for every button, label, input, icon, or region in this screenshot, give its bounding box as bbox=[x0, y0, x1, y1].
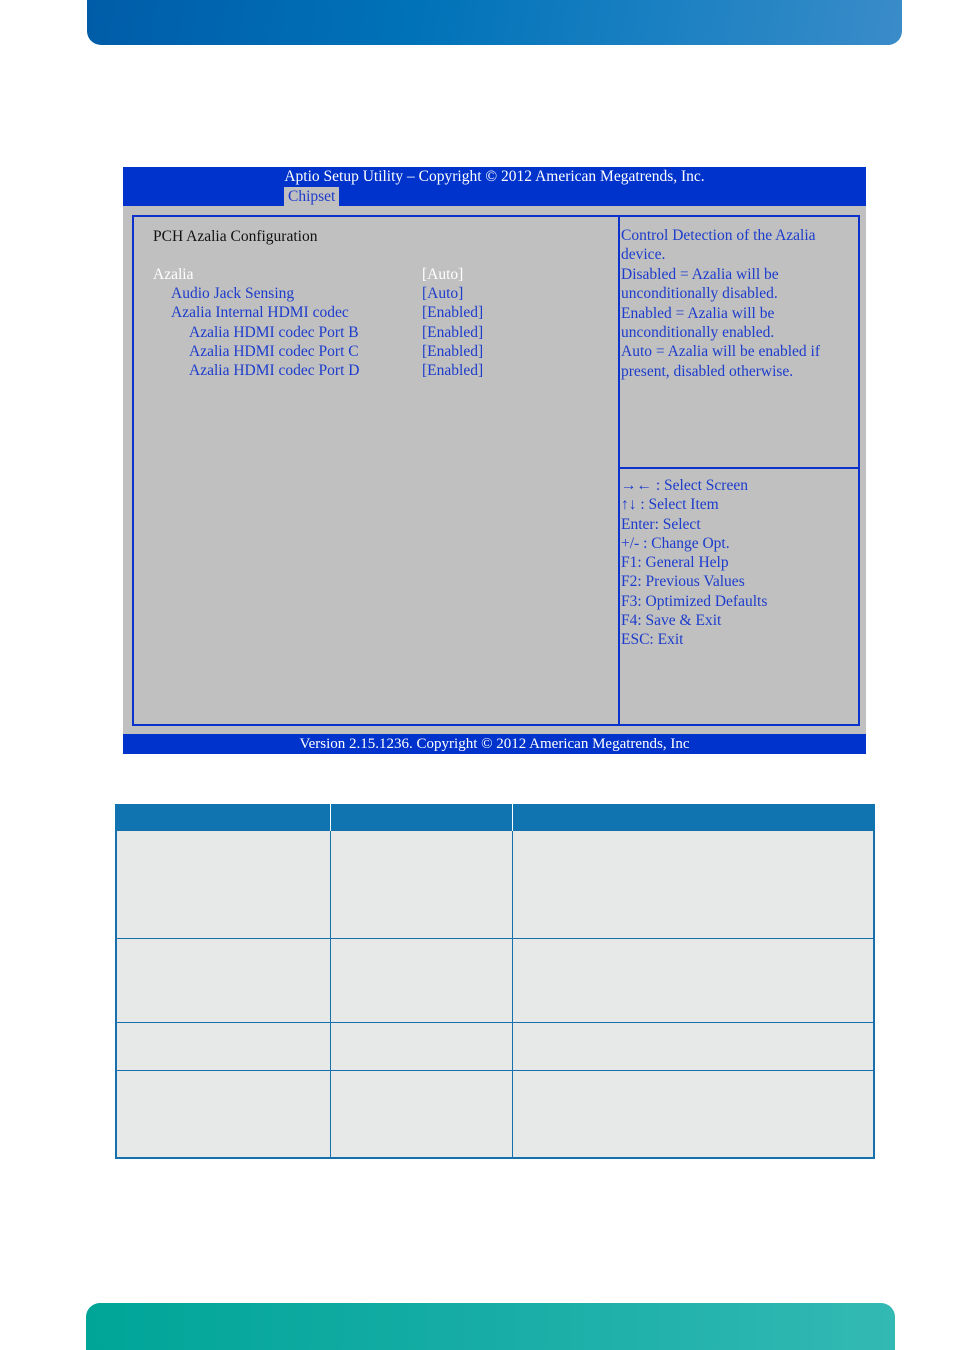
table-row bbox=[115, 830, 875, 939]
table-cell bbox=[115, 1022, 331, 1071]
setting-hdmi-port-c[interactable]: Azalia HDMI codec Port C [Enabled] bbox=[134, 342, 620, 361]
setting-label: Azalia Internal HDMI codec bbox=[171, 304, 349, 321]
setting-value[interactable]: [Enabled] bbox=[422, 361, 483, 380]
help-line: Disabled = Azalia will be bbox=[621, 265, 779, 283]
top-banner bbox=[87, 0, 902, 45]
help-text: Control Detection of the Azalia device. … bbox=[621, 226, 857, 381]
bios-header: Aptio Setup Utility – Copyright © 2012 A… bbox=[123, 167, 866, 206]
key-general-help: F1: General Help bbox=[621, 554, 729, 572]
key-optimized-defaults: F3: Optimized Defaults bbox=[621, 592, 768, 610]
setting-azalia-internal-hdmi-codec[interactable]: Azalia Internal HDMI codec [Enabled] bbox=[134, 303, 620, 322]
setting-value[interactable]: [Auto] bbox=[422, 265, 463, 284]
setting-audio-jack-sensing[interactable]: Audio Jack Sensing [Auto] bbox=[134, 284, 620, 303]
key-save-exit: F4: Save & Exit bbox=[621, 612, 722, 630]
setting-label: Azalia HDMI codec Port C bbox=[189, 343, 359, 360]
table-cell bbox=[511, 1022, 875, 1071]
tab-chipset[interactable]: Chipset bbox=[284, 187, 340, 206]
help-line: Auto = Azalia will be enabled if bbox=[621, 343, 820, 361]
key-enter-select: Enter: Select bbox=[621, 515, 701, 533]
help-line: Control Detection of the Azalia bbox=[621, 227, 816, 244]
setting-label: Azalia bbox=[153, 266, 194, 283]
setting-label: Audio Jack Sensing bbox=[171, 285, 295, 302]
table-cell bbox=[511, 1070, 875, 1159]
bios-footer: Version 2.15.1236. Copyright © 2012 Amer… bbox=[123, 734, 866, 754]
table-cell bbox=[329, 938, 513, 1023]
table-cell bbox=[115, 830, 331, 939]
key-previous-values: F2: Previous Values bbox=[621, 573, 745, 591]
bios-screen: Aptio Setup Utility – Copyright © 2012 A… bbox=[123, 167, 866, 754]
help-panel: Control Detection of the Azalia device. … bbox=[618, 215, 860, 726]
setting-azalia[interactable]: Azalia [Auto] bbox=[134, 265, 620, 284]
table-row bbox=[115, 1070, 875, 1159]
table-header-cell bbox=[115, 804, 330, 831]
key-select-screen: →← : Select Screen bbox=[621, 477, 748, 494]
setting-hdmi-port-d[interactable]: Azalia HDMI codec Port D [Enabled] bbox=[134, 361, 620, 380]
panel-divider bbox=[620, 467, 858, 469]
help-line: unconditionally enabled. bbox=[621, 324, 775, 342]
table-cell bbox=[511, 938, 875, 1023]
table-cell bbox=[511, 830, 875, 939]
table-header-row bbox=[115, 804, 875, 831]
key-select-item: ↑↓ : Select Item bbox=[621, 496, 719, 514]
table-cell bbox=[329, 830, 513, 939]
setting-label: Azalia HDMI codec Port D bbox=[189, 362, 360, 379]
setting-value[interactable]: [Enabled] bbox=[422, 342, 483, 361]
key-legend: →← : Select Screen ↑↓ : Select Item Ente… bbox=[621, 476, 857, 650]
table-row bbox=[115, 938, 875, 1023]
key-esc-exit: ESC: Exit bbox=[621, 631, 684, 649]
table-cell bbox=[115, 1070, 331, 1159]
key-change-opt: +/- : Change Opt. bbox=[621, 534, 730, 552]
table-cell bbox=[329, 1022, 513, 1071]
setting-hdmi-port-b[interactable]: Azalia HDMI codec Port B [Enabled] bbox=[134, 323, 620, 342]
help-line: device. bbox=[621, 246, 666, 264]
settings-description-table bbox=[115, 804, 875, 1159]
table-cell bbox=[115, 938, 331, 1023]
table-cell bbox=[329, 1070, 513, 1159]
bios-title: Aptio Setup Utility – Copyright © 2012 A… bbox=[284, 168, 705, 185]
setting-value[interactable]: [Enabled] bbox=[422, 303, 483, 322]
section-title: PCH Azalia Configuration bbox=[153, 228, 318, 245]
help-line: Enabled = Azalia will be bbox=[621, 304, 775, 322]
setting-label: Azalia HDMI codec Port B bbox=[189, 324, 359, 341]
setting-value[interactable]: [Enabled] bbox=[422, 323, 483, 342]
help-line: unconditionally disabled. bbox=[621, 285, 778, 303]
help-line: present, disabled otherwise. bbox=[621, 362, 794, 380]
table-row bbox=[115, 1022, 875, 1071]
settings-panel: PCH Azalia Configuration Azalia [Auto] A… bbox=[132, 215, 620, 726]
bottom-banner bbox=[86, 1303, 895, 1350]
setting-value[interactable]: [Auto] bbox=[422, 284, 463, 303]
table-header-cell bbox=[511, 804, 875, 831]
table-header-cell bbox=[329, 804, 512, 831]
